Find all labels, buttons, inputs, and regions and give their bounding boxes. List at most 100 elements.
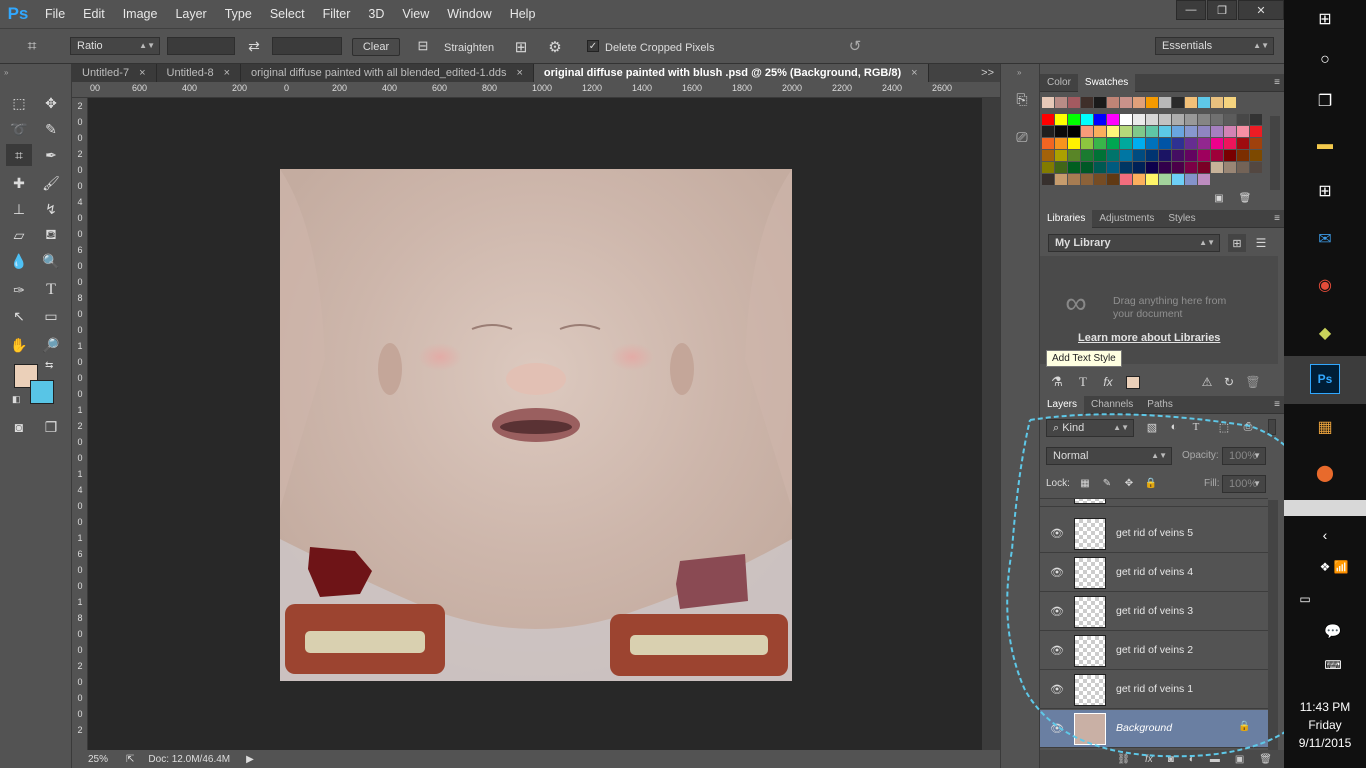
- tab-close-icon[interactable]: ×: [139, 64, 145, 82]
- clock-day[interactable]: Friday: [1284, 718, 1366, 732]
- panel-menu-icon[interactable]: ≡: [1274, 77, 1280, 88]
- color-swatch[interactable]: [1120, 162, 1132, 173]
- zoom-tool-icon[interactable]: 🔎: [38, 334, 64, 356]
- wifi-icon[interactable]: 📶: [1326, 552, 1356, 582]
- healing-brush-tool-icon[interactable]: ✚: [6, 172, 32, 194]
- delete-cropped-checkbox[interactable]: ✓: [587, 40, 599, 52]
- color-swatch[interactable]: [1224, 114, 1236, 125]
- color-swatch[interactable]: [1172, 174, 1184, 185]
- clock-date[interactable]: 9/11/2015: [1284, 736, 1366, 750]
- background-color-swatch[interactable]: [30, 380, 54, 404]
- clone-stamp-tool-icon[interactable]: ⊥: [6, 198, 32, 220]
- straighten-label[interactable]: Straighten: [444, 41, 494, 55]
- crop-tool-preset-icon[interactable]: ⌗: [20, 37, 44, 57]
- grid-overlay-icon[interactable]: ⊞: [510, 37, 532, 57]
- color-swatch[interactable]: [1055, 138, 1067, 149]
- swap-icon[interactable]: ⇄: [242, 37, 266, 55]
- reset-icon[interactable]: ↺: [845, 36, 865, 56]
- marquee-tool-icon[interactable]: ⬚: [6, 92, 32, 114]
- app-icon-3[interactable]: ⬤: [1310, 458, 1340, 488]
- ratio-height-field[interactable]: [272, 37, 342, 55]
- color-swatch[interactable]: [1055, 174, 1067, 185]
- panel-menu-icon[interactable]: ≡: [1274, 213, 1280, 224]
- eyedropper-tool-icon[interactable]: ✒: [38, 144, 64, 166]
- menu-edit[interactable]: Edit: [74, 0, 114, 28]
- color-swatch[interactable]: [1146, 150, 1158, 161]
- cortana-icon[interactable]: ○: [1310, 45, 1340, 75]
- minimize-button[interactable]: —: [1176, 0, 1206, 20]
- color-swatch[interactable]: [1224, 150, 1236, 161]
- add-color-icon[interactable]: [1126, 376, 1140, 389]
- chevron-left-icon[interactable]: ‹: [1310, 520, 1340, 550]
- color-swatch[interactable]: [1211, 150, 1223, 161]
- color-swatch[interactable]: [1042, 97, 1054, 108]
- chrome-icon[interactable]: ◉: [1310, 270, 1340, 300]
- history-brush-tool-icon[interactable]: ↯: [38, 198, 64, 220]
- color-swatch[interactable]: [1107, 150, 1119, 161]
- color-swatch[interactable]: [1198, 126, 1210, 137]
- color-swatch[interactable]: [1250, 138, 1262, 149]
- tabs-overflow-icon[interactable]: >>: [975, 64, 1000, 82]
- color-swatch[interactable]: [1107, 138, 1119, 149]
- type-tool-icon[interactable]: T: [38, 279, 64, 301]
- color-swatch[interactable]: [1068, 126, 1080, 137]
- battery-icon[interactable]: ▭: [1290, 584, 1320, 614]
- taskbar-scrollbar[interactable]: [1284, 500, 1366, 516]
- color-swatch[interactable]: [1081, 138, 1093, 149]
- learn-more-link[interactable]: Learn more about Libraries: [1078, 332, 1220, 344]
- color-swatch[interactable]: [1042, 174, 1054, 185]
- menu-image[interactable]: Image: [114, 0, 167, 28]
- tab-libraries[interactable]: Libraries: [1040, 210, 1093, 228]
- warning-icon[interactable]: ⚠: [1198, 374, 1216, 390]
- sync-icon[interactable]: ↻: [1220, 374, 1238, 390]
- color-swatch[interactable]: [1211, 162, 1223, 173]
- color-swatch[interactable]: [1081, 150, 1093, 161]
- tab-close-icon[interactable]: ×: [516, 64, 522, 82]
- rectangle-tool-icon[interactable]: ▭: [38, 305, 64, 327]
- color-swatch[interactable]: [1237, 114, 1249, 125]
- color-swatch[interactable]: [1185, 174, 1197, 185]
- color-swatch[interactable]: [1159, 162, 1171, 173]
- document-image[interactable]: [280, 169, 792, 681]
- brush-tool-icon[interactable]: 🖌: [38, 172, 64, 194]
- tab-color[interactable]: Color: [1040, 74, 1078, 92]
- menu-3d[interactable]: 3D: [359, 0, 393, 28]
- default-colors-icon[interactable]: ◧: [12, 394, 21, 405]
- color-swatch[interactable]: [1250, 114, 1262, 125]
- menu-filter[interactable]: Filter: [314, 0, 360, 28]
- color-swatch[interactable]: [1120, 126, 1132, 137]
- color-swatch[interactable]: [1146, 126, 1158, 137]
- color-swatch[interactable]: [1081, 174, 1093, 185]
- menu-layer[interactable]: Layer: [166, 0, 215, 28]
- color-swatch[interactable]: [1068, 114, 1080, 125]
- color-swatch[interactable]: [1055, 126, 1067, 137]
- menu-select[interactable]: Select: [261, 0, 314, 28]
- color-swatch[interactable]: [1133, 162, 1145, 173]
- color-swatch[interactable]: [1224, 97, 1236, 108]
- workspace-select[interactable]: Essentials ▲▼: [1155, 37, 1274, 55]
- color-swatch[interactable]: [1094, 97, 1106, 108]
- color-swatch[interactable]: [1224, 126, 1236, 137]
- photoshop-taskbar-icon[interactable]: Ps: [1310, 364, 1340, 394]
- tab-swatches[interactable]: Swatches: [1077, 74, 1136, 92]
- ratio-width-field[interactable]: [167, 37, 235, 55]
- grid-view-icon[interactable]: ⊞: [1228, 234, 1246, 252]
- color-swatch[interactable]: [1120, 114, 1132, 125]
- color-swatch[interactable]: [1055, 97, 1067, 108]
- restore-button[interactable]: ❐: [1207, 0, 1237, 20]
- color-swatch[interactable]: [1094, 150, 1106, 161]
- color-swatch[interactable]: [1133, 150, 1145, 161]
- color-swatch[interactable]: [1094, 138, 1106, 149]
- tab-untitled-7[interactable]: Untitled-7 ×: [72, 64, 157, 82]
- menu-file[interactable]: File: [36, 0, 74, 28]
- library-select[interactable]: My Library ▲▼: [1048, 234, 1220, 252]
- dodge-tool-icon[interactable]: 🔍: [38, 250, 64, 272]
- keyboard-icon[interactable]: ⌨: [1318, 650, 1348, 680]
- collapse-icon[interactable]: »: [1017, 68, 1021, 77]
- color-swatch[interactable]: [1198, 150, 1210, 161]
- thunderbird-icon[interactable]: ✉: [1310, 224, 1340, 254]
- tab-blush-psd[interactable]: original diffuse painted with blush .psd…: [533, 64, 929, 82]
- color-swatch[interactable]: [1198, 138, 1210, 149]
- list-view-icon[interactable]: ☰: [1252, 234, 1270, 252]
- color-swatch[interactable]: [1198, 97, 1210, 108]
